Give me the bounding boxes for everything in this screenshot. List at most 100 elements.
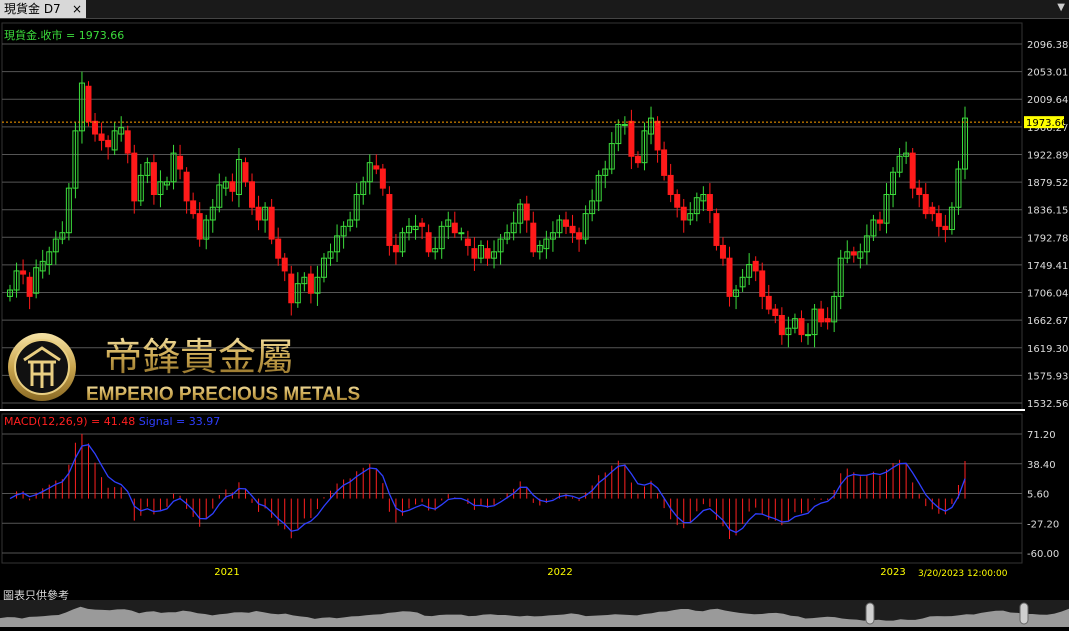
candle-body: [523, 203, 530, 221]
candle-body: [183, 171, 190, 202]
candle-body: [824, 318, 831, 323]
candle-body: [576, 232, 583, 240]
price-tick-label: 1879.52: [1027, 178, 1068, 189]
price-tick-label: 1922.89: [1027, 150, 1068, 161]
title-bar: 現貨金 D7 × ▼: [0, 0, 1069, 19]
chevron-down-icon[interactable]: ▼: [1057, 2, 1065, 13]
candle-body: [929, 206, 936, 215]
tab-spot-gold[interactable]: 現貨金 D7 ×: [0, 0, 86, 18]
candle-body: [249, 181, 256, 208]
price-tick-label: 1749.41: [1027, 261, 1068, 272]
candle-body: [759, 270, 766, 297]
candle-body: [484, 248, 491, 259]
candle-body: [680, 206, 687, 221]
candle-body: [818, 308, 825, 323]
price-chart[interactable]: 2096.382053.012009.641966.271922.891879.…: [0, 19, 1069, 584]
candle-body: [242, 162, 249, 183]
candle-body: [419, 222, 426, 227]
tab-title: 現貨金 D7: [4, 2, 61, 16]
candle-body: [772, 308, 779, 316]
macd-legend: MACD(12,26,9) = 41.48 Signal = 33.97: [4, 415, 220, 428]
last-price-label: 1973.66: [1026, 118, 1067, 129]
price-legend: 現貨金.收市 = 1973.66: [4, 29, 125, 42]
macd-tick-label: -60.00: [1027, 549, 1059, 560]
candle-body: [765, 295, 772, 310]
x-tick-label: 2022: [547, 567, 572, 578]
price-tick-label: 1706.04: [1027, 289, 1068, 300]
candle-body: [307, 273, 314, 294]
candle-body: [190, 200, 197, 215]
candle-body: [942, 225, 949, 231]
macd-tick-label: 38.40: [1027, 460, 1056, 471]
candle-body: [92, 120, 99, 135]
candle-body: [916, 187, 923, 196]
candle-body: [20, 270, 27, 275]
scroll-handle-left[interactable]: [865, 602, 875, 625]
candle-body: [726, 257, 733, 297]
price-tick-label: 1575.93: [1027, 371, 1068, 382]
candle-body: [288, 273, 295, 304]
candle-body: [98, 133, 105, 141]
candle-body: [268, 206, 275, 240]
signal-legend-value: Signal = 33.97: [138, 415, 221, 428]
price-tick-label: 1792.78: [1027, 233, 1068, 244]
candle-body: [105, 139, 112, 148]
candle-body: [778, 314, 785, 336]
candle-body: [131, 152, 138, 202]
candle-body: [458, 232, 465, 235]
candle-body: [569, 225, 576, 234]
candle-body: [373, 165, 380, 170]
candle-body: [628, 120, 635, 157]
macd-tick-label: 71.20: [1027, 430, 1056, 441]
price-tick-label: 1662.67: [1027, 316, 1068, 327]
candle-body: [674, 194, 681, 208]
candle-body: [275, 238, 282, 259]
candle-body: [621, 123, 628, 126]
candle-body: [876, 219, 883, 224]
candle-body: [661, 149, 668, 176]
company-logo: 帝鋒貴金屬 EMPERIO PRECIOUS METALS: [6, 330, 376, 405]
candle-body: [935, 213, 942, 227]
cursor-date-label: 3/20/2023 12:00:00: [918, 569, 1008, 579]
candle-body: [752, 260, 759, 272]
macd-tick-label: -27.20: [1027, 519, 1059, 530]
candle-body: [386, 194, 393, 246]
candle-body: [798, 318, 805, 336]
candle-body: [634, 155, 641, 164]
candle-body: [392, 244, 399, 253]
macd-legend-value: MACD(12,26,9) = 41.48: [4, 415, 136, 428]
price-tick-label: 1532.56: [1027, 399, 1068, 410]
scroll-handle-right[interactable]: [1019, 602, 1029, 625]
candle-body: [471, 248, 478, 259]
candle-body: [379, 168, 386, 189]
candle-body: [451, 222, 458, 234]
candle-body: [26, 276, 33, 297]
candle-body: [909, 152, 916, 189]
close-icon[interactable]: ×: [72, 0, 82, 18]
candle-body: [196, 213, 203, 240]
candle-body: [667, 174, 674, 196]
price-tick-label: 2009.64: [1027, 95, 1068, 106]
price-tick-label: 2053.01: [1027, 68, 1068, 79]
x-tick-label: 2023: [880, 567, 905, 578]
candle-body: [177, 155, 184, 170]
candle-body: [922, 194, 929, 215]
candle-body: [713, 213, 720, 246]
candle-body: [562, 219, 569, 227]
macd-panel-frame: [1, 413, 1023, 564]
candle-body: [124, 130, 131, 154]
logo-english: EMPERIO PRECIOUS METALS: [86, 384, 360, 405]
logo-chinese: 帝鋒貴金屬: [104, 335, 294, 379]
x-tick-label: 2021: [214, 567, 239, 578]
candle-body: [706, 194, 713, 211]
candle-body: [281, 257, 288, 272]
candle-body: [850, 251, 857, 256]
candle-body: [464, 238, 471, 246]
price-tick-label: 2096.38: [1027, 40, 1068, 51]
candle-body: [229, 181, 236, 192]
macd-tick-label: 5.60: [1027, 490, 1049, 501]
candle-body: [530, 222, 537, 253]
timeline-scroller[interactable]: [0, 600, 1069, 627]
candle-body: [255, 206, 262, 221]
candle-body: [425, 232, 432, 253]
